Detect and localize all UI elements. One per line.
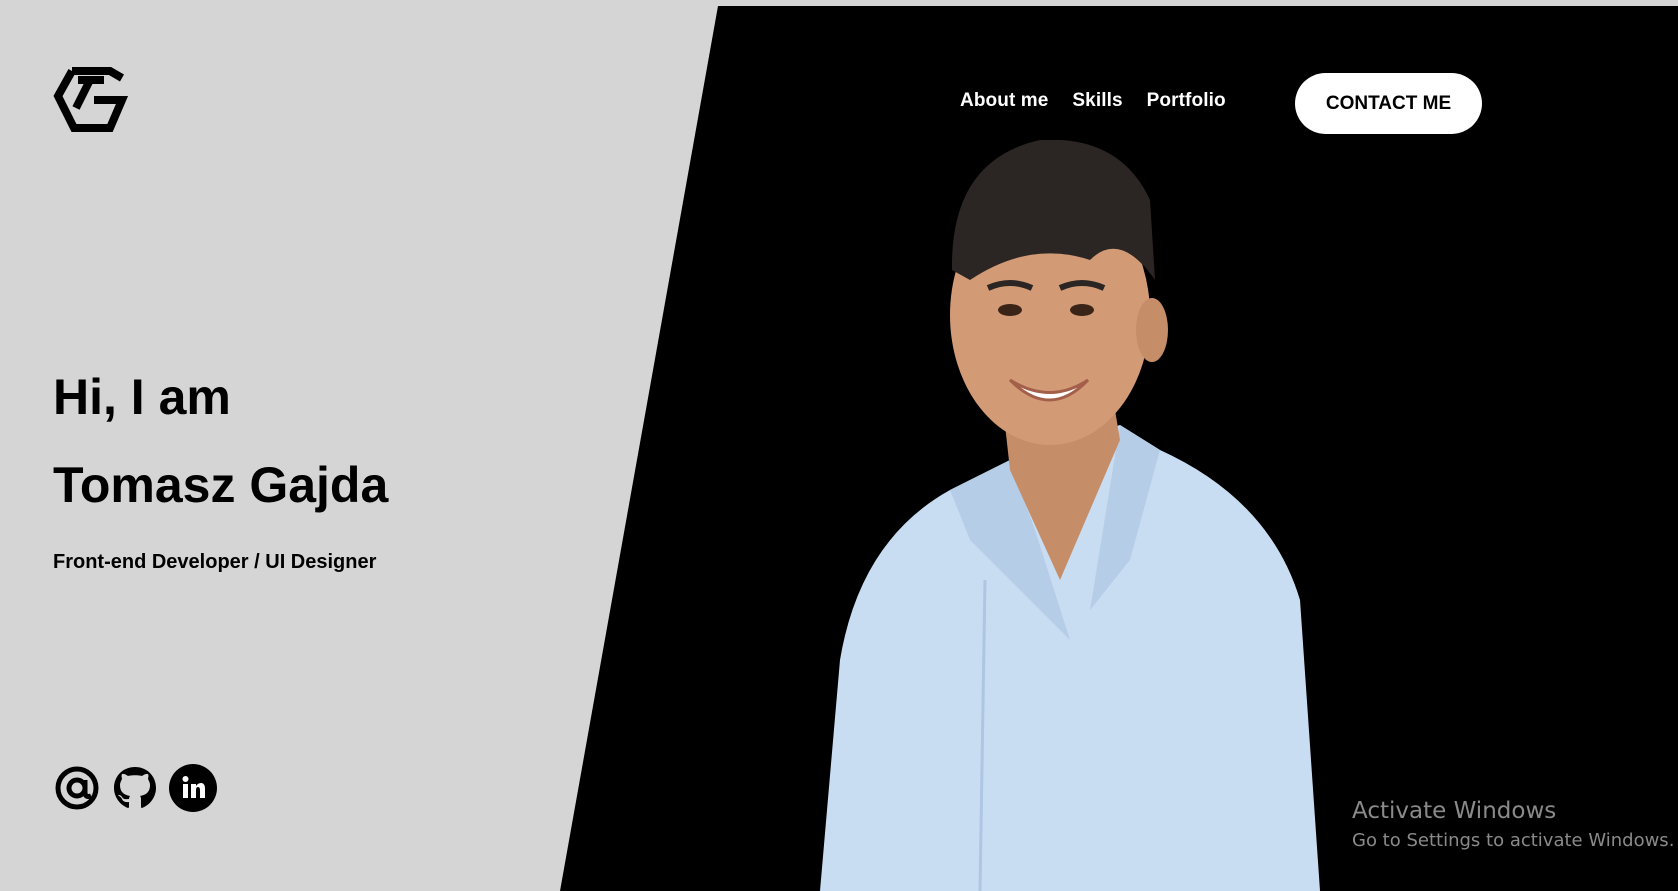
contact-me-button[interactable]: CONTACT ME	[1295, 73, 1482, 134]
github-icon[interactable]	[111, 764, 159, 812]
nav-skills[interactable]: Skills	[1072, 90, 1122, 112]
hero-role: Front-end Developer / UI Designer	[53, 551, 377, 573]
main-nav: About me Skills Portfolio	[960, 90, 1226, 112]
watermark-title: Activate Windows	[1352, 798, 1557, 824]
hero-greeting: Hi, I am	[53, 369, 231, 425]
social-links	[53, 764, 217, 812]
portrait-image	[820, 140, 1320, 891]
nav-portfolio[interactable]: Portfolio	[1147, 90, 1226, 112]
linkedin-icon[interactable]	[169, 764, 217, 812]
watermark-subtitle: Go to Settings to activate Windows.	[1352, 830, 1675, 851]
email-at-icon[interactable]	[53, 764, 101, 812]
hero-name: Tomasz Gajda	[53, 457, 389, 513]
nav-about-me[interactable]: About me	[960, 90, 1048, 112]
tg-logo-icon[interactable]	[52, 66, 128, 134]
windows-activation-watermark: Activate Windows Go to Settings to activ…	[1352, 798, 1674, 851]
